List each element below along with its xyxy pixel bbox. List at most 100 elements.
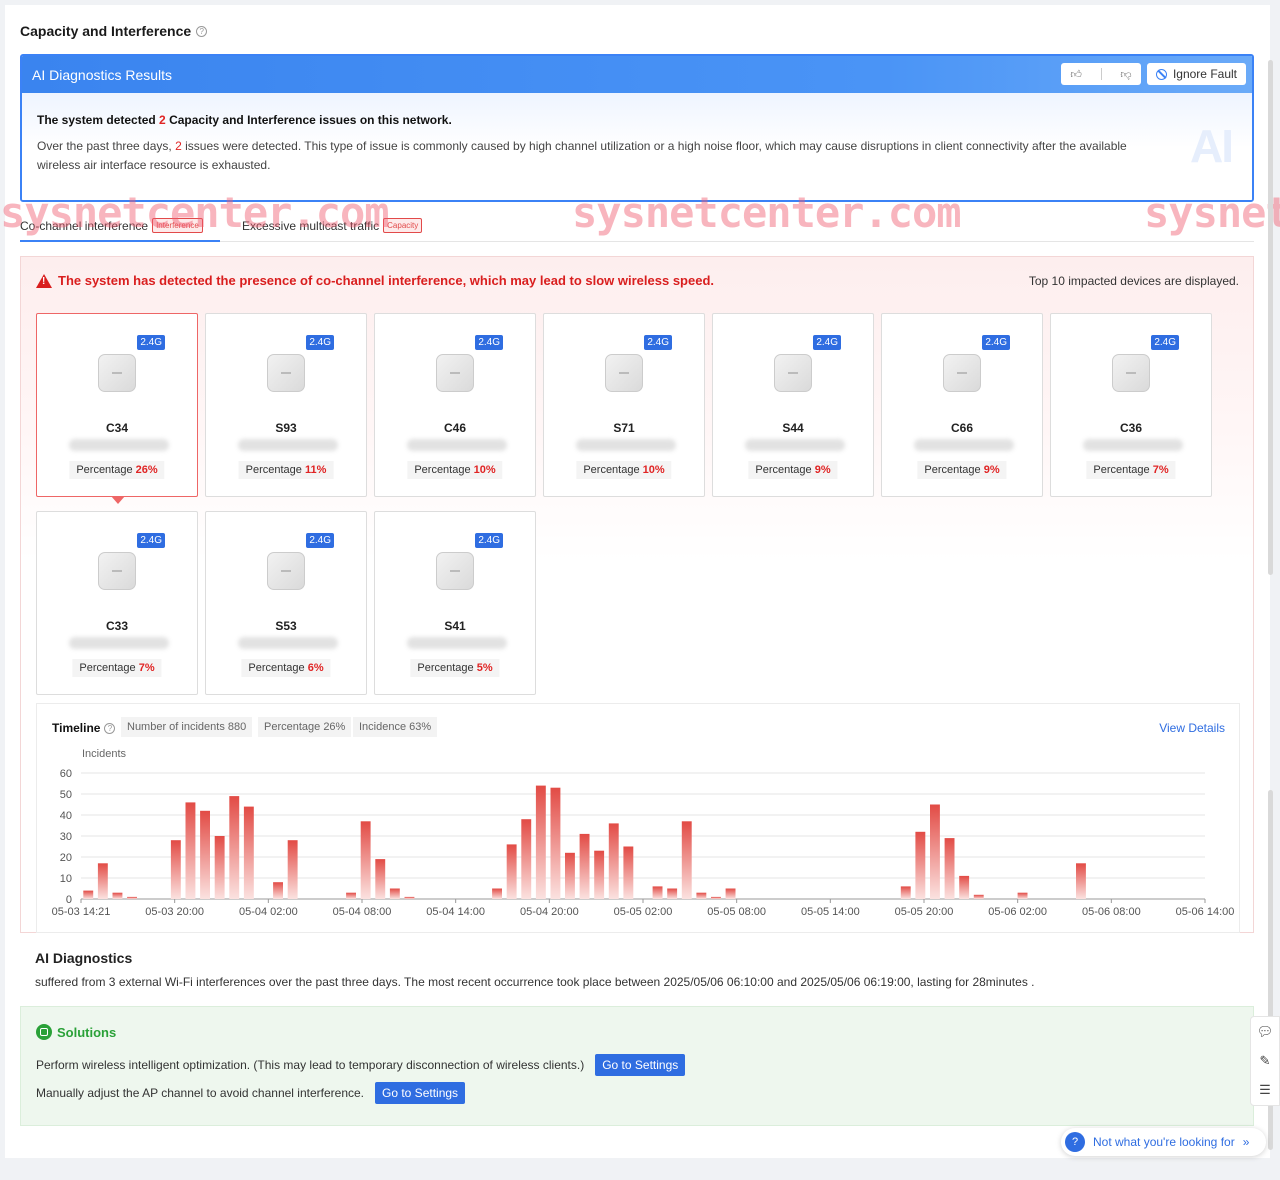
chart-bar[interactable] — [229, 796, 240, 899]
chart-bar[interactable] — [652, 886, 663, 899]
device-detail-blurred — [745, 439, 845, 451]
chart-bar[interactable] — [214, 836, 225, 899]
timeline-title-text: Timeline — [52, 721, 101, 735]
device-card[interactable]: 2.4G S71 Percentage 10% — [543, 313, 705, 497]
chart-bar[interactable] — [565, 852, 575, 899]
chart-bar[interactable] — [550, 787, 561, 899]
chart-bar[interactable] — [725, 888, 736, 900]
chart-bar[interactable] — [900, 886, 911, 899]
chart-bar[interactable] — [185, 802, 196, 899]
chart-bar[interactable] — [127, 896, 137, 899]
device-card[interactable]: 2.4G C33 Percentage 7% — [36, 511, 198, 695]
clipboard-icon[interactable]: ☰ — [1259, 1082, 1271, 1098]
chart-bar[interactable] — [346, 892, 356, 899]
chart-bar[interactable] — [404, 896, 415, 899]
percentage-label: Percentage — [414, 464, 471, 476]
go-to-settings-button[interactable]: Go to Settings — [595, 1054, 686, 1076]
access-point-icon — [98, 354, 136, 392]
desc-suffix: issues were detected. This type of issue… — [37, 139, 1127, 172]
not-what-looking-for-button[interactable]: ? Not what you're looking for » — [1061, 1128, 1266, 1156]
chart-bar[interactable] — [711, 896, 721, 899]
chart-bar[interactable] — [492, 888, 502, 900]
device-card[interactable]: 2.4G S41 Percentage 5% — [374, 511, 536, 695]
device-name: C33 — [105, 619, 128, 633]
tab-co-channel-interference[interactable]: Co-channel interference Interference — [20, 218, 203, 233]
x-tick-label: 05-05 14:00 — [801, 906, 860, 918]
ai-results-header: AI Diagnostics Results 👍︎ 👎︎ Ignore Faul… — [22, 56, 1252, 93]
device-card[interactable]: 2.4G C36 Percentage 7% — [1050, 313, 1212, 497]
chart-bar[interactable] — [389, 888, 400, 900]
warning-icon — [36, 273, 52, 288]
chart-bar[interactable] — [83, 890, 94, 899]
y-tick-label: 50 — [60, 789, 72, 801]
question-icon: ? — [1065, 1132, 1085, 1152]
ai-diagnostics-title: AI Diagnostics — [35, 950, 133, 966]
chart-bar[interactable] — [594, 850, 605, 899]
device-card[interactable]: 2.4G C46 Percentage 10% — [374, 313, 536, 497]
device-card[interactable]: 2.4G C66 Percentage 9% — [881, 313, 1043, 497]
y-tick-label: 60 — [60, 768, 72, 780]
percentage-value: 9% — [814, 464, 831, 476]
device-card[interactable]: 2.4G C34 Percentage 26% — [36, 313, 198, 504]
device-card[interactable]: 2.4G S44 Percentage 9% — [712, 313, 874, 497]
go-to-settings-button[interactable]: Go to Settings — [375, 1082, 466, 1104]
thumbs-down-icon[interactable]: 👎︎ — [1120, 68, 1131, 81]
x-tick-label: 05-04 08:00 — [333, 906, 392, 918]
chart-bar[interactable] — [360, 821, 371, 899]
chart-bar[interactable] — [375, 859, 386, 899]
chart-bar[interactable] — [170, 840, 181, 899]
tab-label: Co-channel interference — [20, 218, 149, 233]
chart-bar[interactable] — [579, 833, 590, 899]
y-tick-label: 0 — [66, 894, 72, 906]
chart-bar[interactable] — [930, 804, 940, 900]
view-details-link[interactable]: View Details — [1159, 721, 1225, 735]
section-title-text: Capacity and Interference — [20, 23, 192, 39]
chart-bar[interactable] — [959, 875, 970, 899]
summary-count: 2 — [159, 113, 166, 127]
chart-bar[interactable] — [287, 840, 298, 899]
x-tick-label: 05-05 08:00 — [707, 906, 766, 918]
device-card[interactable]: 2.4G S53 Percentage 6% — [205, 511, 367, 695]
chart-bar[interactable] — [944, 838, 955, 899]
x-tick-label: 05-05 20:00 — [895, 906, 954, 918]
x-tick-label: 05-06 14:00 — [1176, 906, 1235, 918]
chart-bar[interactable] — [623, 846, 634, 900]
chart-bar[interactable] — [915, 831, 926, 899]
chart-bar[interactable] — [97, 863, 108, 899]
solution-item: Manually adjust the AP channel to avoid … — [36, 1082, 466, 1104]
chart-bar[interactable] — [273, 882, 283, 899]
chart-bar[interactable] — [535, 785, 546, 899]
chat-icon[interactable]: 💬︎ — [1257, 1024, 1274, 1040]
chart-bar[interactable] — [1076, 863, 1086, 899]
help-icon[interactable]: ? — [196, 25, 208, 37]
percentage-label: Percentage — [924, 464, 981, 476]
chart-bar[interactable] — [681, 821, 692, 899]
help-icon[interactable]: ? — [104, 722, 116, 734]
device-detail-blurred — [1083, 439, 1183, 451]
chart-bar[interactable] — [696, 892, 707, 899]
device-name: S71 — [613, 421, 635, 435]
chart-bar[interactable] — [243, 806, 254, 899]
thumbs-up-icon[interactable]: 👍︎ — [1070, 68, 1082, 81]
tab-excessive-multicast-traffic[interactable]: Excessive multicast traffic Capacity — [242, 218, 423, 233]
x-tick-label: 05-05 02:00 — [614, 906, 673, 918]
chart-bar[interactable] — [112, 892, 123, 899]
chart-bar[interactable] — [608, 823, 619, 899]
chart-bar[interactable] — [506, 844, 517, 899]
percentage-value: 7% — [138, 662, 155, 674]
chart-bar[interactable] — [973, 894, 984, 899]
ignore-fault-button[interactable]: Ignore Fault — [1146, 63, 1246, 85]
band-badge: 2.4G — [306, 335, 334, 350]
chart-bar[interactable] — [667, 888, 678, 900]
band-badge: 2.4G — [137, 533, 165, 548]
chart-bar[interactable] — [521, 819, 532, 899]
issue-tabs: Co-channel interference Interference Exc… — [20, 210, 1254, 242]
device-card[interactable]: 2.4G S93 Percentage 11% — [205, 313, 367, 497]
scrollbar[interactable] — [1268, 60, 1273, 575]
ai-results-body: The system detected 2 Capacity and Inter… — [22, 93, 1252, 200]
edit-icon[interactable]: ✎ — [1260, 1053, 1271, 1069]
chart-bar[interactable] — [1017, 892, 1028, 899]
y-tick-label: 20 — [60, 852, 72, 864]
chart-bar[interactable] — [200, 810, 210, 899]
issue-panel: The system has detected the presence of … — [20, 256, 1254, 933]
